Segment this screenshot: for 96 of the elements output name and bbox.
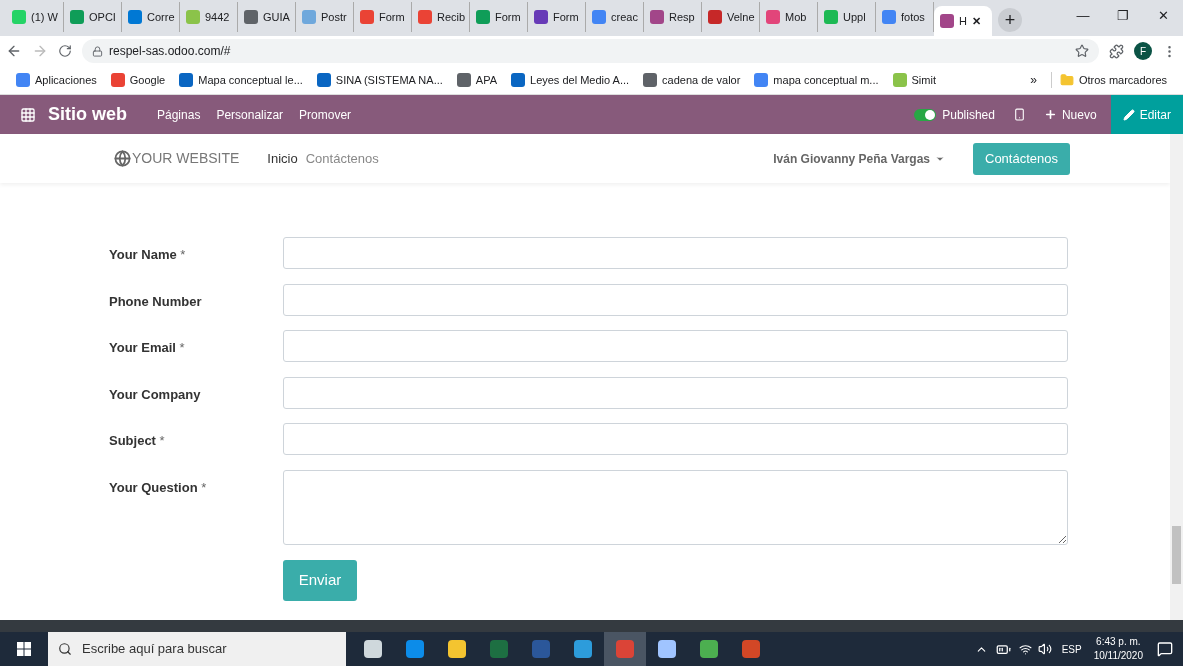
tab-title: fotos	[901, 9, 925, 25]
profile-avatar[interactable]: F	[1134, 42, 1152, 60]
tab-title: Mob	[785, 9, 807, 25]
browser-tab[interactable]: creac	[586, 2, 644, 32]
apps-grid-icon[interactable]	[20, 106, 36, 123]
tab-title: creac	[611, 9, 638, 25]
pencil-icon	[1122, 108, 1135, 121]
text-input-field[interactable]	[283, 237, 1068, 269]
plus-icon	[1043, 108, 1057, 121]
new-tab-button[interactable]: +	[998, 8, 1022, 32]
field-label: Your Email *	[109, 339, 186, 358]
tab-title: Resp	[669, 9, 695, 25]
volume-icon[interactable]	[1037, 642, 1052, 656]
browser-tab[interactable]: Mob	[760, 2, 818, 32]
tab-title: Form	[379, 9, 405, 25]
bookmark-link[interactable]: Google	[110, 71, 166, 89]
browser-tab[interactable]: 9442	[180, 2, 238, 32]
window-control-button[interactable]: ✕	[1143, 0, 1183, 32]
tab-title: (1) W	[31, 9, 58, 25]
browser-tab[interactable]: Form	[470, 2, 528, 32]
browser-tab[interactable]: Recib	[412, 2, 470, 32]
new-button[interactable]: Nuevo	[1043, 105, 1097, 124]
text-input-field[interactable]	[283, 376, 1068, 409]
app-title: Sitio web	[48, 103, 127, 126]
menu-link[interactable]: Personalizar	[216, 105, 284, 124]
tab-title: Form	[553, 9, 579, 25]
browser-tab[interactable]: Form	[354, 2, 412, 32]
menu-link[interactable]: Páginas	[157, 105, 201, 124]
address-bar[interactable]: respel-sas.odoo.com/#	[82, 39, 1099, 63]
bookmark-link[interactable]: Leyes del Medio A...	[511, 71, 630, 89]
bookmark-link[interactable]: APA	[456, 71, 497, 89]
browser-tab[interactable]: GUIA	[238, 2, 296, 32]
text-input-field[interactable]	[283, 283, 1068, 316]
folder-icon	[1059, 73, 1074, 87]
reload-icon[interactable]	[58, 44, 72, 58]
search-input[interactable]: Escribe aquí para buscar	[82, 639, 336, 659]
user-menu[interactable]: Iván Giovanny Peña Vargas	[773, 149, 945, 168]
search-icon	[58, 642, 72, 656]
bookmarks-overflow[interactable]: »	[1030, 71, 1037, 89]
wifi-icon[interactable]	[1018, 642, 1032, 656]
back-icon[interactable]	[6, 43, 22, 59]
field-label: Your Name *	[109, 246, 187, 264]
published-toggle[interactable]	[914, 108, 937, 121]
text-input-field[interactable]	[283, 330, 1068, 363]
other-bookmarks-link[interactable]: Otros marcadores	[1050, 71, 1167, 89]
clock-time: 6:43 p. m.	[1096, 635, 1141, 649]
tab-title: Uppl	[843, 9, 866, 25]
bookmark-link[interactable]: cadena de valor	[643, 71, 741, 89]
bookmark-link[interactable]: Simit	[892, 71, 936, 89]
tab-title: 9442	[205, 9, 230, 25]
url-text: respel-sas.odoo.com/#	[109, 43, 232, 60]
browser-tab[interactable]: Uppl	[818, 2, 876, 32]
mobile-preview-icon[interactable]	[1012, 108, 1026, 121]
browser-tab[interactable]: OPCI	[64, 2, 122, 32]
field-label: Your Question *	[109, 478, 208, 497]
tab-title: Recib	[437, 9, 466, 25]
close-icon[interactable]: ✕	[971, 12, 981, 30]
tab-title: Velne	[727, 9, 755, 25]
notifications-icon[interactable]	[1157, 641, 1173, 657]
bookmark-link[interactable]: Mapa conceptual le...	[179, 71, 303, 89]
lock-icon	[92, 45, 103, 57]
scrollbar[interactable]	[1170, 134, 1183, 620]
browser-tab[interactable]: Velne	[702, 2, 760, 32]
bookmark-link[interactable]: mapa conceptual m...	[754, 71, 879, 89]
field-label: Phone Number	[109, 292, 203, 311]
text-input-field[interactable]	[283, 423, 1068, 456]
star-icon[interactable]	[1075, 44, 1089, 58]
language-indicator[interactable]: ESP	[1061, 641, 1082, 657]
bookmark-link[interactable]: Aplicaciones	[16, 71, 97, 89]
windows-start-icon[interactable]	[17, 642, 31, 656]
window-control-button[interactable]: ❐	[1103, 0, 1143, 32]
tab-title: Postr	[321, 9, 347, 25]
tab-title: OPCI	[89, 9, 116, 25]
tab-title: GUIA	[263, 9, 290, 25]
browser-tab[interactable]: H ✕	[934, 6, 992, 36]
browser-tab[interactable]: (1) W	[6, 2, 64, 32]
field-label: Your Company	[109, 385, 202, 404]
clock-date: 10/11/2020	[1093, 649, 1143, 663]
extensions-icon[interactable]	[1109, 43, 1124, 59]
tab-title: Form	[495, 9, 521, 25]
browser-tab[interactable]: Corre	[122, 2, 180, 32]
browser-tab[interactable]: Resp	[644, 2, 702, 32]
browser-tab[interactable]: Form	[528, 2, 586, 32]
site-logo[interactable]: YOUR WEBSITE	[114, 148, 240, 169]
browser-tab[interactable]: fotos	[876, 2, 934, 32]
published-label: Published	[942, 106, 995, 124]
nav-link[interactable]: Contáctenos	[305, 148, 379, 169]
browser-tab[interactable]: Postr	[296, 2, 354, 32]
tab-title: H	[959, 13, 967, 29]
menu-link[interactable]: Promover	[299, 105, 352, 124]
tab-title: Corre	[147, 9, 175, 25]
bookmark-link[interactable]: SINA (SISTEMA NA...	[316, 71, 443, 89]
taskbar-search-field[interactable]: Escribe aquí para buscar	[48, 632, 346, 666]
field-label: Subject *	[109, 432, 166, 451]
window-control-button[interactable]: —	[1063, 0, 1103, 32]
nav-link[interactable]: Inicio	[267, 148, 298, 169]
